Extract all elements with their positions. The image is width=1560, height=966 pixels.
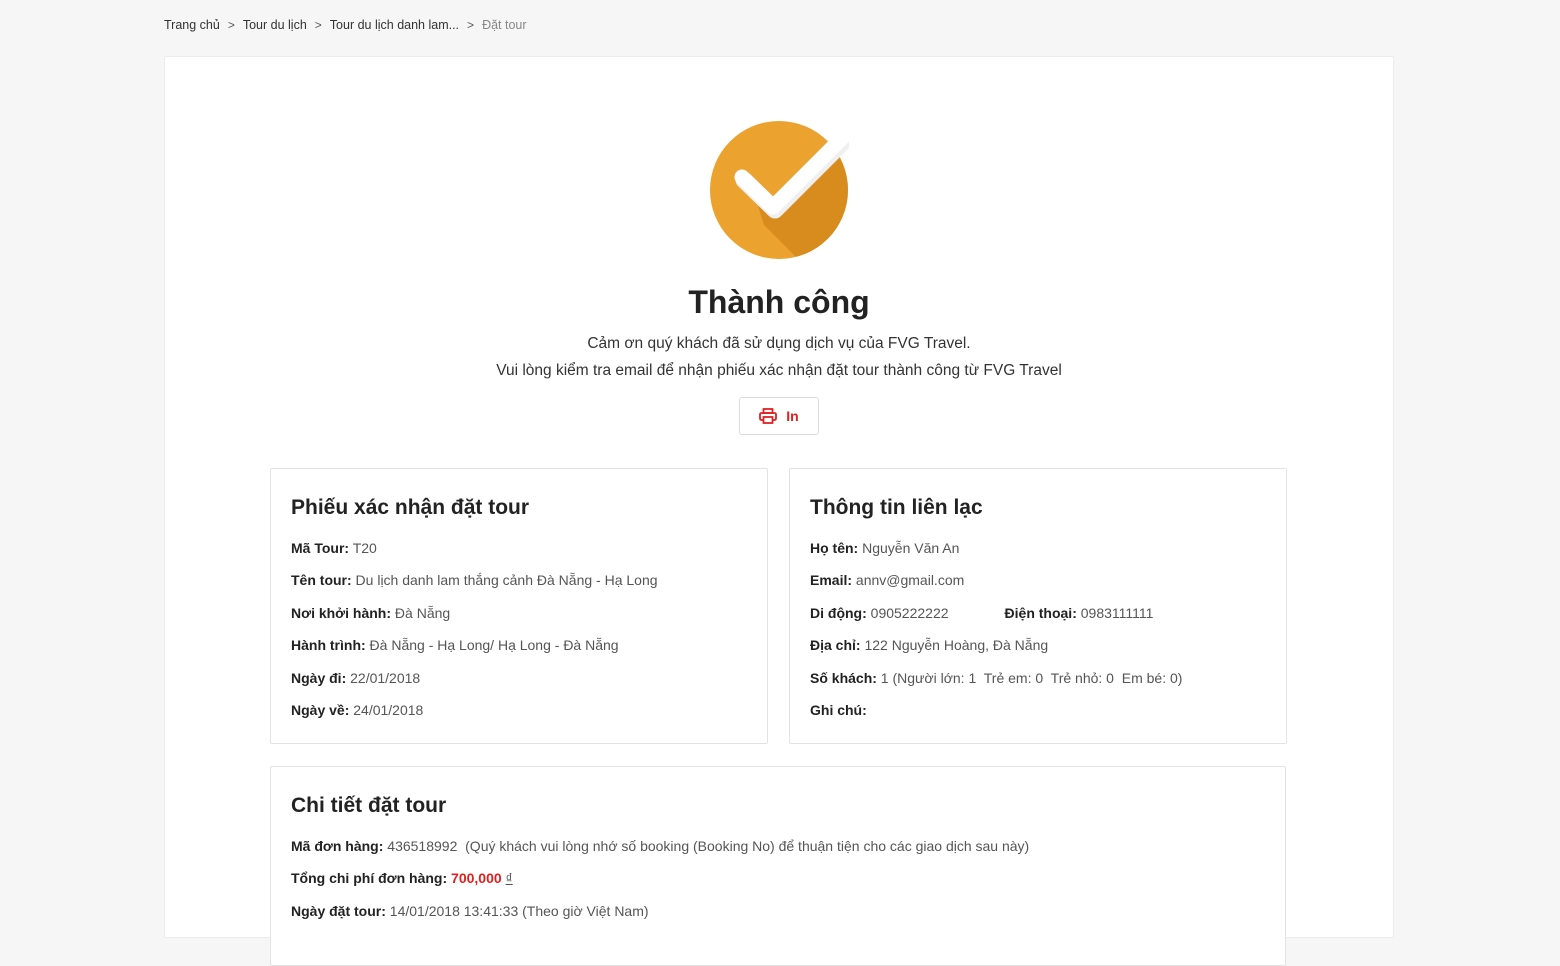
itinerary-row: Hành trình: Đà Nẵng - Hạ Long/ Hạ Long -…	[291, 637, 619, 654]
contact-email-row: Email: annv@gmail.com	[810, 572, 965, 589]
success-title: Thành công	[688, 284, 870, 320]
tour-code-row: Mã Tour: T20	[291, 540, 377, 556]
contact-info-panel: Thông tin liên lạc Họ tên: Nguyễn Văn An…	[789, 468, 1287, 744]
order-total-row: Tổng chi phí đơn hàng: 700,000 ₫	[291, 870, 513, 887]
printer-icon	[759, 408, 778, 424]
chevron-right-icon: >	[467, 18, 475, 32]
breadcrumb-tour-detail[interactable]: Tour du lịch danh lam...	[330, 18, 459, 32]
contact-name-row: Họ tên: Nguyễn Văn An	[810, 540, 960, 556]
breadcrumb: Trang chủ > Tour du lịch > Tour du lịch …	[164, 18, 527, 32]
success-message-line1: Cảm ơn quý khách đã sử dụng dịch vụ của …	[587, 335, 971, 352]
breadcrumb-tours[interactable]: Tour du lịch	[243, 18, 307, 32]
contact-phone-row: Di động: 0905222222 Điện thoại: 098311111…	[810, 604, 1154, 621]
confirmation-card: Thành công Cảm ơn quý khách đã sử dụng d…	[164, 56, 1394, 966]
details-panel-title: Chi tiết đặt tour	[291, 794, 447, 817]
currency-symbol: ₫	[505, 870, 513, 887]
order-number-row: Mã đơn hàng: 436518992 (Quý khách vui lò…	[291, 838, 1030, 854]
chevron-right-icon: >	[314, 18, 322, 32]
success-message-line2: Vui lòng kiểm tra email để nhận phiếu xá…	[496, 362, 1062, 379]
contact-address-row: Địa chỉ: 122 Nguyễn Hoàng, Đà Nẵng	[810, 637, 1049, 654]
print-label: In	[786, 408, 799, 424]
booking-date-row: Ngày đặt tour: 14/01/2018 13:41:33 (Theo…	[291, 902, 649, 919]
guest-count-row: Số khách: 1 (Người lớn: 1 Trẻ em: 0 Trẻ …	[810, 669, 1183, 686]
print-button[interactable]: In	[739, 397, 819, 435]
total-price: 700,000	[451, 870, 502, 887]
success-check-icon	[710, 121, 849, 259]
departure-place-row: Nơi khởi hành: Đà Nẵng	[291, 604, 451, 621]
note-row: Ghi chú:	[810, 701, 867, 718]
booking-details-panel: Chi tiết đặt tour Mã đơn hàng: 436518992…	[270, 766, 1286, 966]
chevron-right-icon: >	[227, 18, 235, 32]
contact-panel-title: Thông tin liên lạc	[810, 496, 983, 519]
breadcrumb-current: Đặt tour	[482, 18, 527, 32]
booking-confirmation-panel: Phiếu xác nhận đặt tour Mã Tour: T20 Tên…	[270, 468, 768, 744]
breadcrumb-home[interactable]: Trang chủ	[164, 18, 220, 32]
booking-panel-title: Phiếu xác nhận đặt tour	[291, 496, 530, 519]
return-date-row: Ngày về: 24/01/2018	[291, 701, 424, 718]
tour-name-row: Tên tour: Du lịch danh lam thắng cảnh Đà…	[291, 572, 658, 589]
departure-date-row: Ngày đi: 22/01/2018	[291, 669, 421, 686]
